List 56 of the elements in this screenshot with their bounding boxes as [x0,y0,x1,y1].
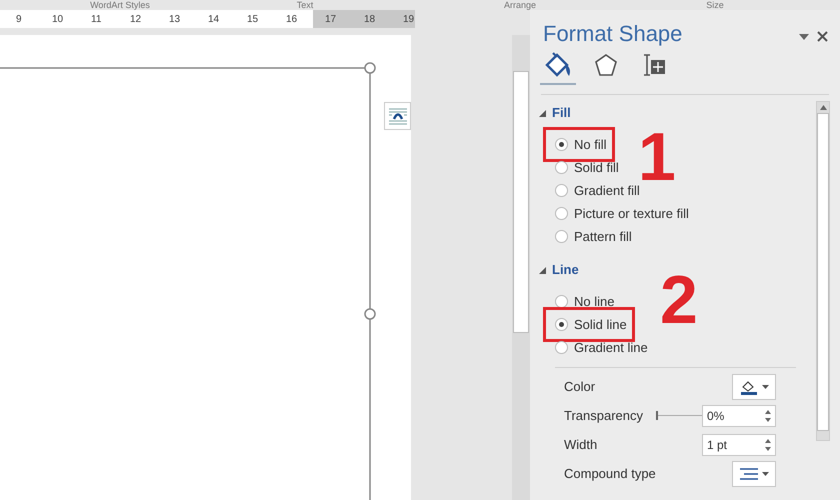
paint-bucket-icon [740,378,758,394]
scrollbar-thumb[interactable] [513,71,529,333]
setting-label: Width [564,436,598,454]
highlight-frame [543,127,615,162]
ruler-number: 17 [325,12,336,26]
radio-option[interactable]: Pattern fill [555,225,632,248]
scroll-up-arrow-icon[interactable] [820,105,826,110]
ruler-number: 19 [403,12,414,26]
line-styles-icon [740,468,758,480]
step-number: 2 [660,266,698,334]
ribbon-group-label: Size [706,0,724,10]
step-number: 1 [638,123,676,191]
section-title[interactable]: Fill [552,103,571,123]
radio-option[interactable]: Solid line [555,313,627,336]
setting-label: Transparency [564,406,644,425]
transparency-input[interactable]: 0% [702,404,776,426]
layout-options-button[interactable] [384,102,411,130]
ribbon-group-label: Arrange [504,0,536,10]
setting-label: Color [564,378,596,396]
dropdown-caret-icon[interactable] [799,34,809,40]
ruler-number: 9 [16,12,22,26]
section-title[interactable]: Line [552,260,579,280]
spinner-arrows-icon[interactable] [765,408,771,422]
ruler-number: 18 [364,12,376,26]
panel-tab[interactable] [540,51,576,85]
close-icon[interactable] [817,31,828,42]
size-position-icon [642,52,666,78]
ribbon-group-label: WordArt Styles [90,0,150,10]
radio-option[interactable]: Gradient fill [555,179,640,202]
ruler-number: 13 [169,12,180,26]
caret-icon [762,384,768,388]
compound-type-button[interactable] [732,460,776,486]
radio-option[interactable]: No line [555,290,614,313]
radio-option[interactable]: Solid fill [555,156,619,179]
scrollbar-thumb[interactable] [817,113,829,431]
ruler-number: 16 [286,12,298,26]
color-picker-button[interactable] [732,374,776,400]
transparency-slider[interactable] [656,410,702,420]
width-input[interactable]: 1 pt [702,434,776,456]
panel-title: Format Shape [543,20,682,48]
ruler-number: 14 [208,12,220,26]
radio-option[interactable]: Gradient line [555,336,648,359]
ribbon-group-label: Text [296,0,314,10]
radio-option[interactable]: No fill [555,133,607,156]
setting-label: Compound type [564,464,656,483]
spinner-arrows-icon[interactable] [765,438,771,452]
collapse-triangle-icon[interactable] [539,266,546,274]
caret-icon [762,472,768,476]
radio-option[interactable]: Picture or texture fill [555,202,689,225]
collapse-triangle-icon[interactable] [539,110,546,116]
ruler-number: 12 [130,12,142,26]
pentagon-icon [594,53,618,77]
ruler-number: 15 [247,12,258,26]
ruler-number: 10 [52,12,64,26]
ruler-number: 11 [91,12,102,26]
paint-bucket-icon [543,51,573,79]
